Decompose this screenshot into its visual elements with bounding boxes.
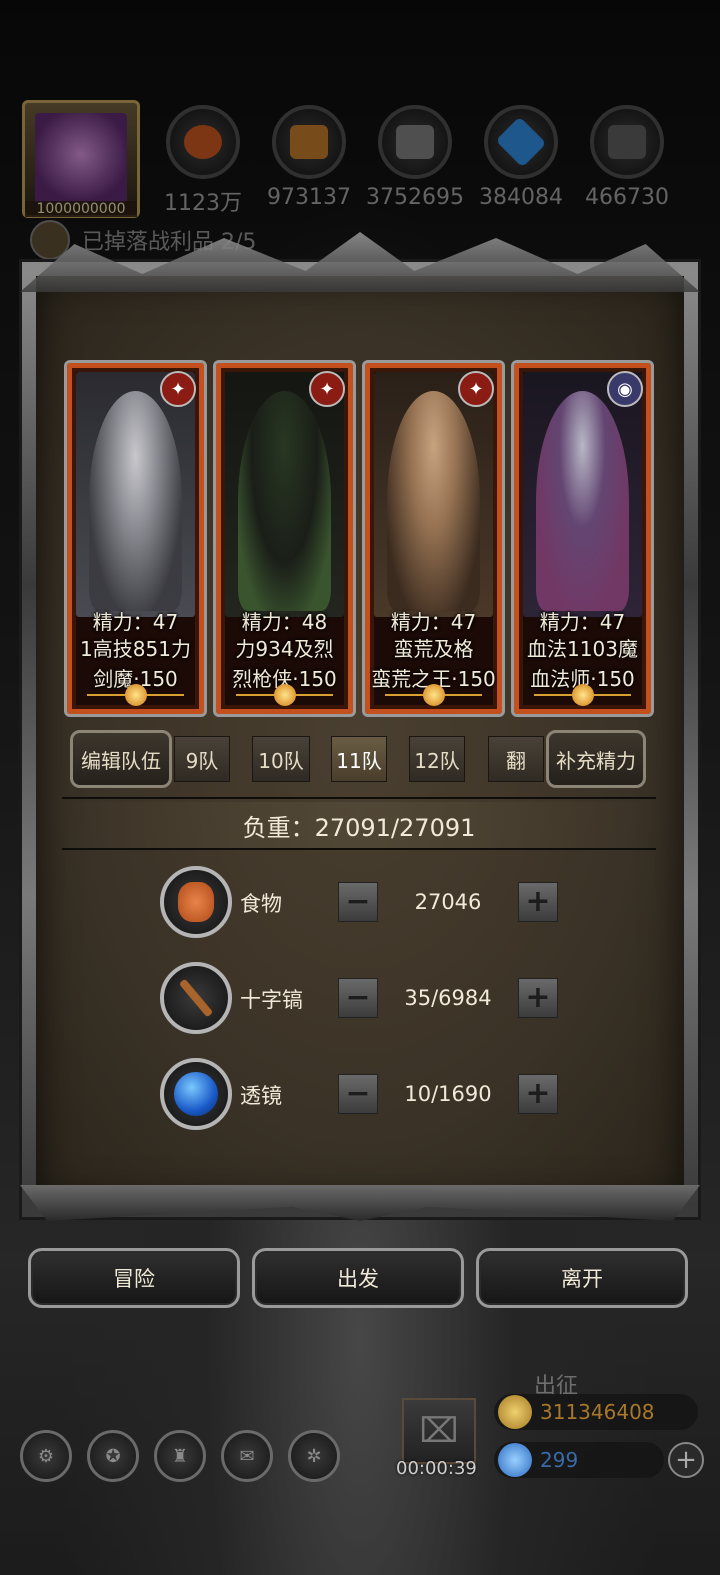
decrease-button[interactable]: − xyxy=(338,882,378,922)
add-gems-button[interactable]: + xyxy=(668,1442,704,1478)
gold-counter: 311346408 xyxy=(494,1394,698,1430)
supply-name: 十字镐 xyxy=(240,988,303,1012)
edit-team-button[interactable]: 编辑队伍 xyxy=(70,730,172,788)
depart-button[interactable]: 出发 xyxy=(252,1248,464,1308)
refill-stamina-button[interactable]: 补充精力 xyxy=(546,730,646,788)
hero-stamina: 精力：47 xyxy=(539,610,626,634)
dialog-bottom-ornament xyxy=(20,1185,700,1221)
hero-stats: 力934及烈 xyxy=(235,637,334,661)
settings-icon[interactable]: ⚙ xyxy=(20,1430,72,1482)
lens-icon xyxy=(160,1058,232,1130)
supply-value: 35/6984 xyxy=(404,986,492,1010)
tab-team-10[interactable]: 10队 xyxy=(252,736,310,782)
supply-name: 透镜 xyxy=(240,1084,282,1108)
hero-stamina: 精力：48 xyxy=(241,610,328,634)
increase-button[interactable]: + xyxy=(518,1074,558,1114)
load-capacity: 负重：27091/27091 xyxy=(62,802,656,848)
supply-row-lens: 透镜 − 10/1690 + xyxy=(160,1058,570,1130)
card-ornament xyxy=(236,684,333,706)
card-ornament xyxy=(385,684,482,706)
hero-card[interactable]: ✦ 精力：48 力934及烈 烈枪侠·150 xyxy=(213,360,356,717)
mail-icon[interactable]: ✉ xyxy=(221,1430,273,1482)
gift-box-icon[interactable]: ⌧ xyxy=(402,1398,476,1464)
supply-row-food: 食物 − 27046 + xyxy=(160,866,570,938)
card-ornament xyxy=(87,684,184,706)
pickaxe-icon xyxy=(160,962,232,1034)
tab-team-11[interactable]: 11队 xyxy=(331,736,387,782)
gold-value: 311346408 xyxy=(540,1400,655,1424)
decrease-button[interactable]: − xyxy=(338,1074,378,1114)
gold-coin-icon xyxy=(498,1395,532,1429)
supply-row-pickaxe: 十字镐 − 35/6984 + xyxy=(160,962,570,1034)
faction-icon: ✦ xyxy=(458,371,494,407)
divider xyxy=(62,797,656,799)
gear-icon[interactable]: ✲ xyxy=(288,1430,340,1482)
hero-figure xyxy=(387,391,480,611)
increase-button[interactable]: + xyxy=(518,978,558,1018)
increase-button[interactable]: + xyxy=(518,882,558,922)
card-ornament xyxy=(534,684,631,706)
castle-icon[interactable]: ♜ xyxy=(154,1430,206,1482)
leave-button[interactable]: 离开 xyxy=(476,1248,688,1308)
gem-value: 299 xyxy=(540,1448,579,1472)
meat-icon xyxy=(160,866,232,938)
star-icon[interactable]: ✪ xyxy=(87,1430,139,1482)
hero-stats: 蛮荒及格 xyxy=(393,637,474,661)
gem-icon xyxy=(498,1443,532,1477)
flip-page-button[interactable]: 翻 xyxy=(488,736,544,782)
hero-stamina: 精力：47 xyxy=(390,610,477,634)
adventure-button[interactable]: 冒险 xyxy=(28,1248,240,1308)
faction-icon: ◉ xyxy=(607,371,643,407)
gem-counter: 299 xyxy=(494,1442,664,1478)
decrease-button[interactable]: − xyxy=(338,978,378,1018)
divider xyxy=(62,848,656,850)
hero-figure xyxy=(89,391,182,611)
faction-icon: ✦ xyxy=(160,371,196,407)
tab-team-12[interactable]: 12队 xyxy=(409,736,465,782)
hero-figure xyxy=(536,391,629,611)
tab-team-9[interactable]: 9队 xyxy=(174,736,230,782)
supply-value: 27046 xyxy=(414,890,482,914)
hero-stats: 1高技851力 xyxy=(80,637,191,661)
supply-value: 10/1690 xyxy=(404,1082,492,1106)
supply-name: 食物 xyxy=(240,892,282,916)
hero-card[interactable]: ✦ 精力：47 1高技851力 剑魔·150 xyxy=(64,360,207,717)
hero-figure xyxy=(238,391,331,611)
hero-card[interactable]: ✦ 精力：47 蛮荒及格 蛮荒之王·150 xyxy=(362,360,505,717)
hero-stats: 血法1103魔 xyxy=(527,637,638,661)
hero-stamina: 精力：47 xyxy=(92,610,179,634)
faction-icon: ✦ xyxy=(309,371,345,407)
hero-card[interactable]: ◉ 精力：47 血法1103魔 血法师·150 xyxy=(511,360,654,717)
gift-timer: 00:00:39 xyxy=(396,1458,477,1479)
